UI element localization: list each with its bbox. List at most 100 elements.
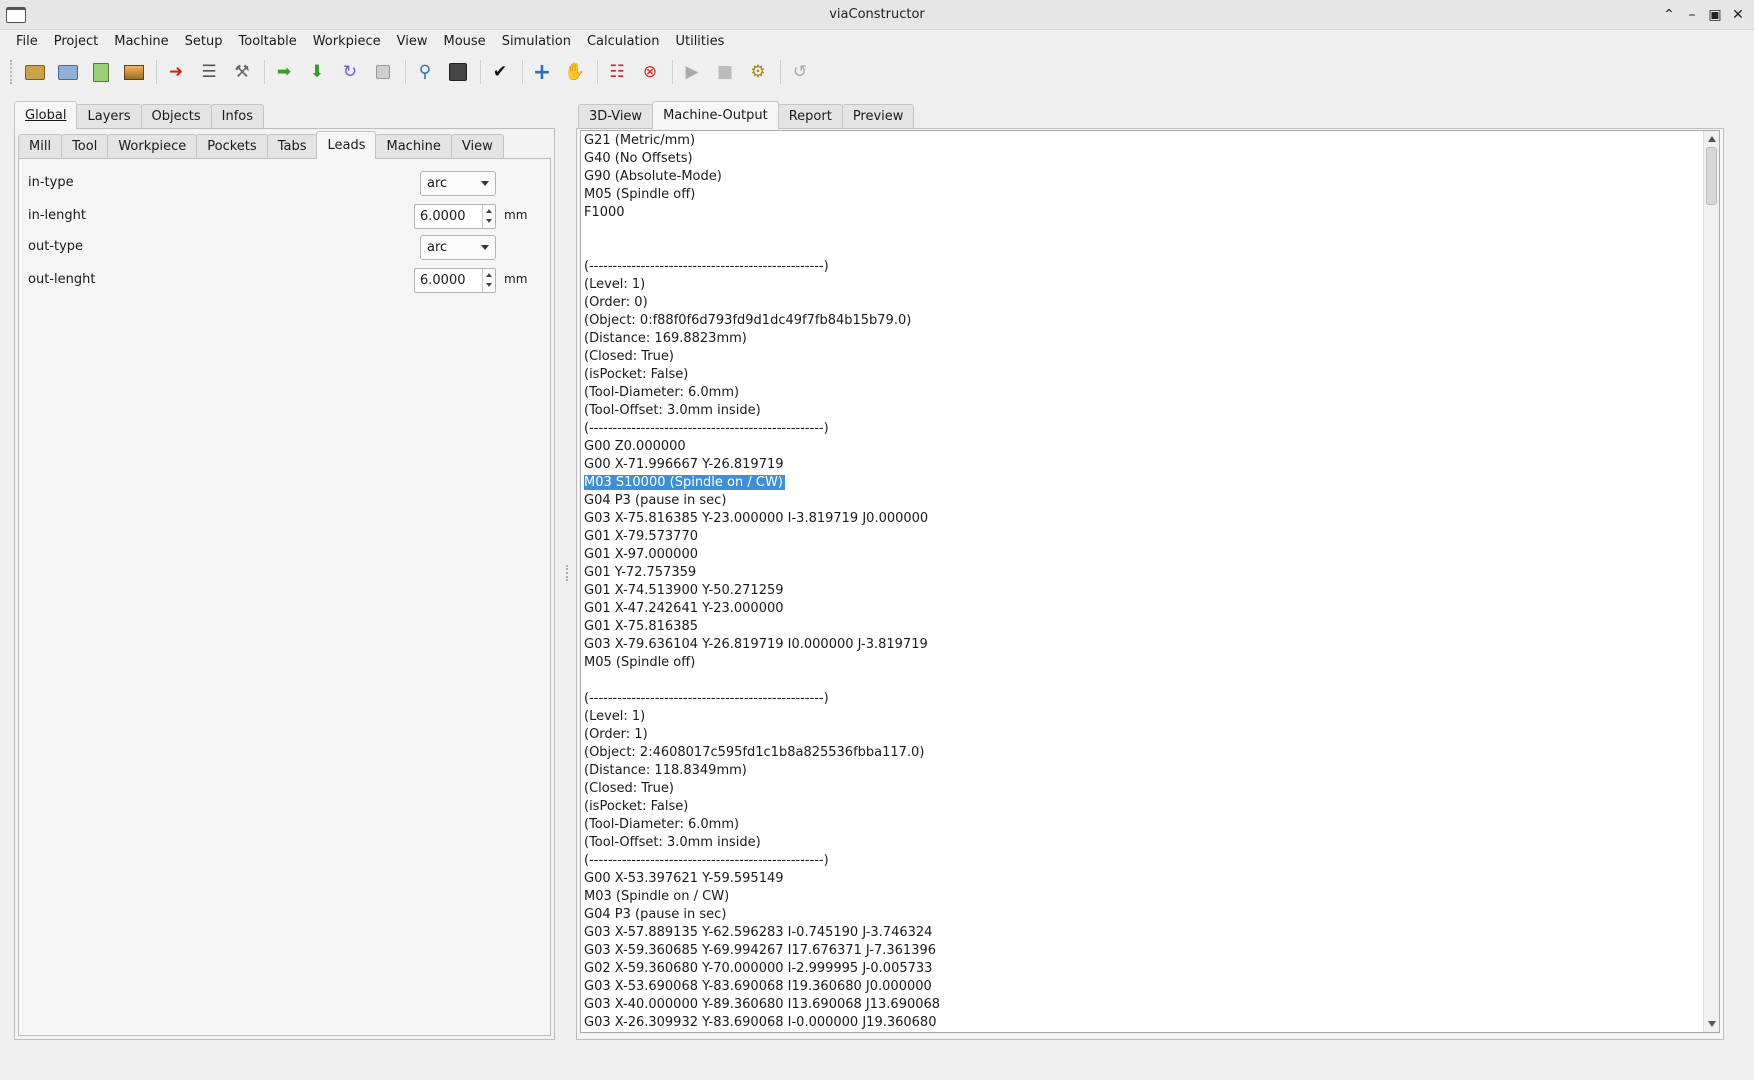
tab-preview[interactable]: Preview — [841, 104, 915, 129]
scroll-up-icon[interactable] — [1708, 136, 1716, 142]
close-window-button[interactable]: ✕ — [1727, 4, 1749, 26]
toolbar-grip[interactable] — [10, 60, 14, 84]
toolbar-separator — [672, 60, 673, 84]
vertical-scrollbar[interactable] — [1703, 131, 1719, 1032]
download-icon[interactable]: ⬇ — [304, 59, 330, 85]
gcode-output-text[interactable]: G21 (Metric/mm) G40 (No Offsets) G90 (Abso… — [580, 130, 1720, 1033]
menu-utilities[interactable]: Utilities — [667, 30, 732, 54]
tab-leads[interactable]: Leads — [316, 131, 377, 159]
out-type-value: arc — [427, 240, 448, 255]
tab-label: Global — [25, 108, 67, 123]
tab-3d-view[interactable]: 3D-View — [578, 104, 654, 129]
open-folder-icon[interactable] — [22, 59, 48, 85]
play-icon[interactable]: ▶ — [679, 59, 705, 85]
shade-window-button[interactable]: ⌃ — [1658, 4, 1680, 26]
tab-report[interactable]: Report — [777, 104, 843, 129]
gcode-line: (Distance: 169.8823mm) — [584, 330, 945, 348]
gcode-line: M05 (Spindle off) — [584, 186, 945, 204]
spin-buttons[interactable] — [482, 205, 495, 228]
square-icon[interactable]: ■ — [712, 59, 738, 85]
menu-machine[interactable]: Machine — [106, 30, 176, 54]
gcode-line: G03 X-75.816385 Y-23.000000 I-3.819719 J… — [584, 510, 945, 528]
out-type-label: out-type — [28, 239, 84, 254]
minimize-button[interactable]: – — [1681, 4, 1703, 26]
tab-infos[interactable]: Infos — [210, 104, 265, 129]
exit-icon[interactable]: ➜ — [163, 59, 189, 85]
gcode-line-text: (---------------------------------------… — [584, 259, 829, 274]
tab-layers[interactable]: Layers — [76, 104, 142, 129]
tab-objects[interactable]: Objects — [140, 104, 212, 129]
spin-buttons[interactable] — [482, 269, 495, 292]
gcode-line: (Order: 1) — [584, 726, 945, 744]
blank-icon[interactable] — [370, 59, 396, 85]
image-icon[interactable] — [121, 59, 147, 85]
tab-machine[interactable]: Machine — [375, 134, 452, 159]
menu-workpiece[interactable]: Workpiece — [305, 30, 389, 54]
in-length-spinbox[interactable]: 6.0000 — [414, 204, 496, 229]
spin-down-icon[interactable] — [486, 219, 492, 223]
refresh-icon[interactable]: ↺ — [787, 59, 813, 85]
tab-tool[interactable]: Tool — [61, 134, 109, 159]
gcode-line-text: (Distance: 169.8823mm) — [584, 331, 747, 346]
out-type-select[interactable]: arc — [420, 235, 496, 260]
gcode-line-text: G03 X-53.690068 Y-83.690068 I19.360680 J… — [584, 979, 932, 994]
splitter-handle[interactable] — [566, 565, 569, 581]
gear-icon[interactable]: ⚙ — [745, 59, 771, 85]
menu-file[interactable]: File — [8, 30, 46, 54]
in-type-row: in-type arc — [28, 171, 528, 197]
gcode-line: (Tool-Diameter: 6.0mm) — [584, 816, 945, 834]
menu-calculation[interactable]: Calculation — [579, 30, 668, 54]
menu-simulation[interactable]: Simulation — [494, 30, 579, 54]
tab-machine-output[interactable]: Machine-Output — [652, 101, 779, 129]
scroll-down-icon[interactable] — [1708, 1021, 1716, 1027]
tab-label: Objects — [151, 109, 201, 124]
spin-down-icon[interactable] — [486, 283, 492, 287]
spin-up-icon[interactable] — [486, 209, 492, 213]
menu-mouse[interactable]: Mouse — [436, 30, 494, 54]
gcode-line-text: G01 X-75.816385 — [584, 619, 698, 634]
maximize-button[interactable]: ▣ — [1704, 4, 1726, 26]
spin-up-icon[interactable] — [486, 273, 492, 277]
list-icon[interactable]: ☰ — [196, 59, 222, 85]
plus-icon[interactable]: + — [529, 59, 555, 85]
tab-global[interactable]: Global — [14, 101, 78, 129]
stop-icon[interactable]: ⊗ — [637, 59, 663, 85]
gcode-line: G04 P3 (pause in sec) — [584, 906, 945, 924]
zoom-icon[interactable]: ⚲ — [412, 59, 438, 85]
gcode-line-text: G40 (No Offsets) — [584, 151, 693, 166]
tab-workpiece[interactable]: Workpiece — [107, 134, 198, 159]
tab-tabs[interactable]: Tabs — [266, 134, 318, 159]
gcode-line-text: G00 X-53.397621 Y-59.595149 — [584, 871, 784, 886]
in-type-select[interactable]: arc — [420, 171, 496, 196]
toolbar-separator — [264, 60, 265, 84]
menu-tooltable[interactable]: Tooltable — [231, 30, 305, 54]
gcode-line-text: (---------------------------------------… — [584, 691, 829, 706]
menu-view[interactable]: View — [389, 30, 436, 54]
gcode-line — [584, 672, 945, 690]
gcode-line-text: (Level: 1) — [584, 277, 646, 292]
arrow-right-icon[interactable]: ➡ — [271, 59, 297, 85]
reload-icon[interactable]: ↻ — [337, 59, 363, 85]
monitor-icon[interactable] — [445, 59, 471, 85]
gcode-line: M03 S10000 (Spindle on / CW) — [584, 474, 945, 492]
check-icon[interactable]: ✔ — [487, 59, 513, 85]
gcode-line-text: (Tool-Diameter: 6.0mm) — [584, 385, 740, 400]
tab-view[interactable]: View — [450, 134, 504, 159]
gcode-line: G03 X-59.360685 Y-69.994267 I17.676371 J… — [584, 942, 945, 960]
tools-icon[interactable]: ⚒ — [229, 59, 255, 85]
window-title: viaConstructor — [829, 7, 925, 22]
menu-project[interactable]: Project — [46, 30, 106, 54]
tab-mill[interactable]: Mill — [18, 134, 63, 159]
out-length-spinbox[interactable]: 6.0000 — [414, 268, 496, 293]
hand-icon[interactable]: ✋ — [562, 59, 588, 85]
save-icon[interactable] — [55, 59, 81, 85]
split-icon[interactable]: ☷ — [604, 59, 630, 85]
gcode-line: (---------------------------------------… — [584, 258, 945, 276]
menu-bar: File Project Machine Setup Tooltable Wor… — [0, 30, 1754, 54]
export-icon[interactable] — [88, 59, 114, 85]
menu-setup[interactable]: Setup — [177, 30, 231, 54]
scroll-thumb[interactable] — [1706, 147, 1717, 205]
gcode-line-text: (Level: 1) — [584, 709, 646, 724]
tab-pockets[interactable]: Pockets — [196, 134, 268, 159]
gcode-line-text: G00 X-71.996667 Y-26.819719 — [584, 457, 784, 472]
